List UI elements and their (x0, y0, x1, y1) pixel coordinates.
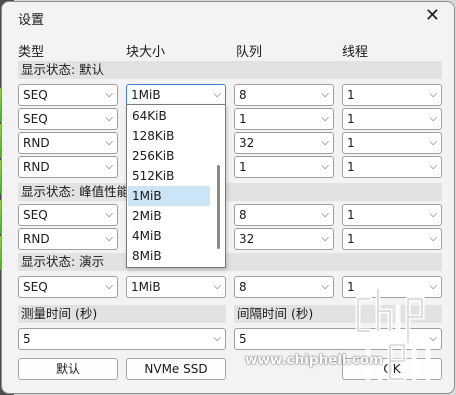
watermark-text: www.chiphell.com (245, 352, 384, 368)
chevron-down-icon: ⌵ (213, 333, 221, 344)
chevron-down-icon: ⌵ (321, 113, 329, 124)
measure-time-select[interactable]: 5 ⌵ (18, 328, 226, 350)
dropdown-option[interactable]: 64KiB (128, 106, 210, 126)
type-select[interactable]: SEQ ⌵ (18, 84, 118, 106)
type-select[interactable]: RND ⌵ (18, 132, 118, 154)
block-size-select[interactable]: 1MiB ⌵ (126, 84, 226, 106)
chevron-down-icon: ⌵ (105, 209, 113, 220)
chevron-down-icon: ⌵ (105, 233, 113, 244)
queue-select[interactable]: 32 ⌵ (234, 132, 334, 154)
type-select[interactable]: SEQ ⌵ (18, 204, 118, 226)
default-button[interactable]: 默认 (18, 358, 118, 380)
chevron-down-icon: ⌵ (321, 209, 329, 220)
queue-select[interactable]: 1 ⌵ (234, 108, 334, 130)
queue-select[interactable]: 1 ⌵ (234, 156, 334, 178)
title-bar: 设置 ✕ (2, 2, 454, 32)
threads-select[interactable]: 1 ⌵ (342, 228, 442, 250)
settings-dialog: 设置 ✕ 类型 块大小 队列 线程 显示状态: 默认 SEQ ⌵ 1MiB ⌵ 8 ⌵… (1, 1, 455, 394)
queue-select[interactable]: 8 ⌵ (234, 204, 334, 226)
dropdown-option[interactable]: 128KiB (128, 126, 210, 146)
dropdown-option[interactable]: 4MiB (128, 226, 210, 246)
threads-select[interactable]: 1 ⌵ (342, 156, 442, 178)
block-size-select[interactable]: 1MiB ⌵ (126, 276, 226, 298)
queue-select[interactable]: 8 ⌵ (234, 276, 334, 298)
section-peak: 显示状态: 峰值性能 (18, 183, 442, 201)
chiphell-watermark-logo (355, 286, 431, 382)
threads-select[interactable]: 1 ⌵ (342, 132, 442, 154)
type-select[interactable]: RND ⌵ (18, 228, 118, 250)
dropdown-option[interactable]: 2MiB (128, 206, 210, 226)
chevron-down-icon: ⌵ (105, 113, 113, 124)
queue-select[interactable]: 32 ⌵ (234, 228, 334, 250)
chevron-down-icon: ⌵ (105, 89, 113, 100)
queue-select[interactable]: 8 ⌵ (234, 84, 334, 106)
header-threads: 线程 (342, 45, 369, 60)
chevron-down-icon: ⌵ (321, 137, 329, 148)
type-select[interactable]: SEQ ⌵ (18, 108, 118, 130)
close-icon[interactable]: ✕ (425, 6, 440, 26)
chevron-down-icon: ⌵ (321, 89, 329, 100)
chevron-down-icon: ⌵ (321, 281, 329, 292)
chevron-down-icon: ⌵ (429, 137, 437, 148)
chevron-down-icon: ⌵ (105, 161, 113, 172)
dropdown-scrollbar[interactable] (217, 165, 220, 249)
dropdown-option[interactable]: 512KiB (128, 166, 210, 186)
dropdown-option-selected[interactable]: 1MiB (128, 186, 210, 206)
dropdown-option[interactable]: 8MiB (128, 246, 210, 266)
chevron-down-icon: ⌵ (105, 137, 113, 148)
section-demo: 显示状态: 演示 (18, 253, 442, 271)
header-queue: 队列 (236, 45, 263, 60)
threads-select[interactable]: 1 ⌵ (342, 204, 442, 226)
chevron-down-icon: ⌵ (429, 161, 437, 172)
dropdown-option[interactable]: 256KiB (128, 146, 210, 166)
type-select[interactable]: SEQ ⌵ (18, 276, 118, 298)
chevron-down-icon: ⌵ (429, 233, 437, 244)
header-type: 类型 (18, 45, 45, 60)
section-default: 显示状态: 默认 (18, 61, 442, 79)
threads-select[interactable]: 1 ⌵ (342, 84, 442, 106)
type-select[interactable]: RND ⌵ (18, 156, 118, 178)
threads-select[interactable]: 1 ⌵ (342, 108, 442, 130)
chevron-down-icon: ⌵ (105, 281, 113, 292)
chevron-down-icon: ⌵ (213, 281, 221, 292)
chevron-down-icon: ⌵ (213, 89, 221, 100)
chevron-down-icon: ⌵ (321, 233, 329, 244)
measure-time-label: 测量时间 (秒) (18, 305, 226, 323)
chevron-down-icon: ⌵ (321, 161, 329, 172)
chevron-down-icon: ⌵ (429, 89, 437, 100)
nvme-ssd-button[interactable]: NVMe SSD (126, 358, 226, 380)
block-size-dropdown-list: 64KiB 128KiB 256KiB 512KiB 1MiB 2MiB 4Mi… (126, 104, 226, 268)
chevron-down-icon: ⌵ (429, 113, 437, 124)
window-title: 设置 (18, 13, 45, 28)
chevron-down-icon: ⌵ (429, 209, 437, 220)
header-block-size: 块大小 (126, 45, 166, 60)
